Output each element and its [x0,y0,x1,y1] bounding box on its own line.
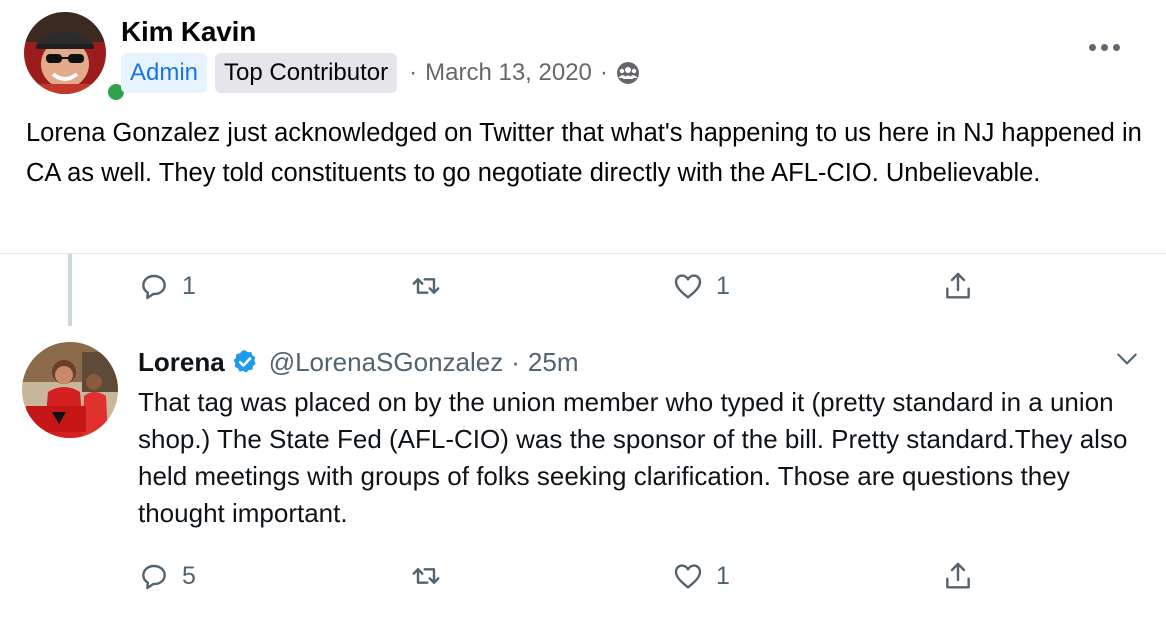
tweet-author-avatar[interactable] [22,342,118,438]
share-button[interactable] [942,556,974,596]
meta-separator: · [409,59,418,86]
chevron-down-icon[interactable] [1114,346,1140,372]
heart-icon [674,564,702,589]
tweet-above-action-bar: 1 1 [0,266,1166,306]
share-button[interactable] [942,266,974,306]
more-options-button[interactable] [1082,32,1126,62]
tweet-header: Lorena @LorenaSGonzalez · 25m [138,344,578,380]
reply-count: 1 [182,271,196,300]
post-meta: Admin Top Contributor · March 13, 2020 · [121,53,640,93]
top-contributor-badge[interactable]: Top Contributor [215,53,398,93]
tweet-text: That tag was placed on by the union memb… [138,387,1128,528]
more-dot-icon [1088,43,1096,51]
post-text: Lorena Gonzalez just acknowledged on Twi… [26,119,1142,187]
heart-icon [674,274,702,299]
reply-icon [142,564,166,590]
more-dot-icon [1100,43,1108,51]
author-avatar[interactable] [24,12,106,94]
share-icon [946,272,970,299]
tweet-screenshot: 1 1 Lorena @LorenaSGonzalez · 25m That t… [0,254,1166,628]
like-count: 1 [716,561,730,590]
group-audience-icon[interactable] [616,61,640,85]
reply-button[interactable]: 5 [138,556,196,596]
retweet-icon [412,278,440,294]
tweet-author-name[interactable]: Lorena [138,347,225,378]
more-dot-icon [1112,43,1120,51]
verified-badge-icon [233,350,256,373]
tweet-timestamp[interactable]: 25m [528,347,579,378]
author-avatar-wrapper[interactable] [24,12,128,104]
tweet-meta-separator: · [511,346,520,377]
like-button[interactable]: 1 [672,266,730,306]
post-date[interactable]: March 13, 2020 [425,59,592,87]
reply-count: 5 [182,561,196,590]
admin-badge[interactable]: Admin [121,53,208,93]
retweet-button[interactable] [410,266,442,306]
retweet-button[interactable] [410,556,442,596]
retweet-icon [412,568,440,584]
tweet-action-bar: 5 1 [0,556,1166,596]
like-count: 1 [716,271,730,300]
tweet-author-handle[interactable]: @LorenaSGonzalez [269,347,504,378]
facebook-post: Kim Kavin Admin Top Contributor · March … [0,0,1166,254]
like-button[interactable]: 1 [672,556,730,596]
reply-button[interactable]: 1 [138,266,196,306]
share-icon [946,562,970,589]
reply-icon [142,274,166,300]
meta-separator: · [599,59,608,86]
post-author-name[interactable]: Kim Kavin [121,16,256,48]
